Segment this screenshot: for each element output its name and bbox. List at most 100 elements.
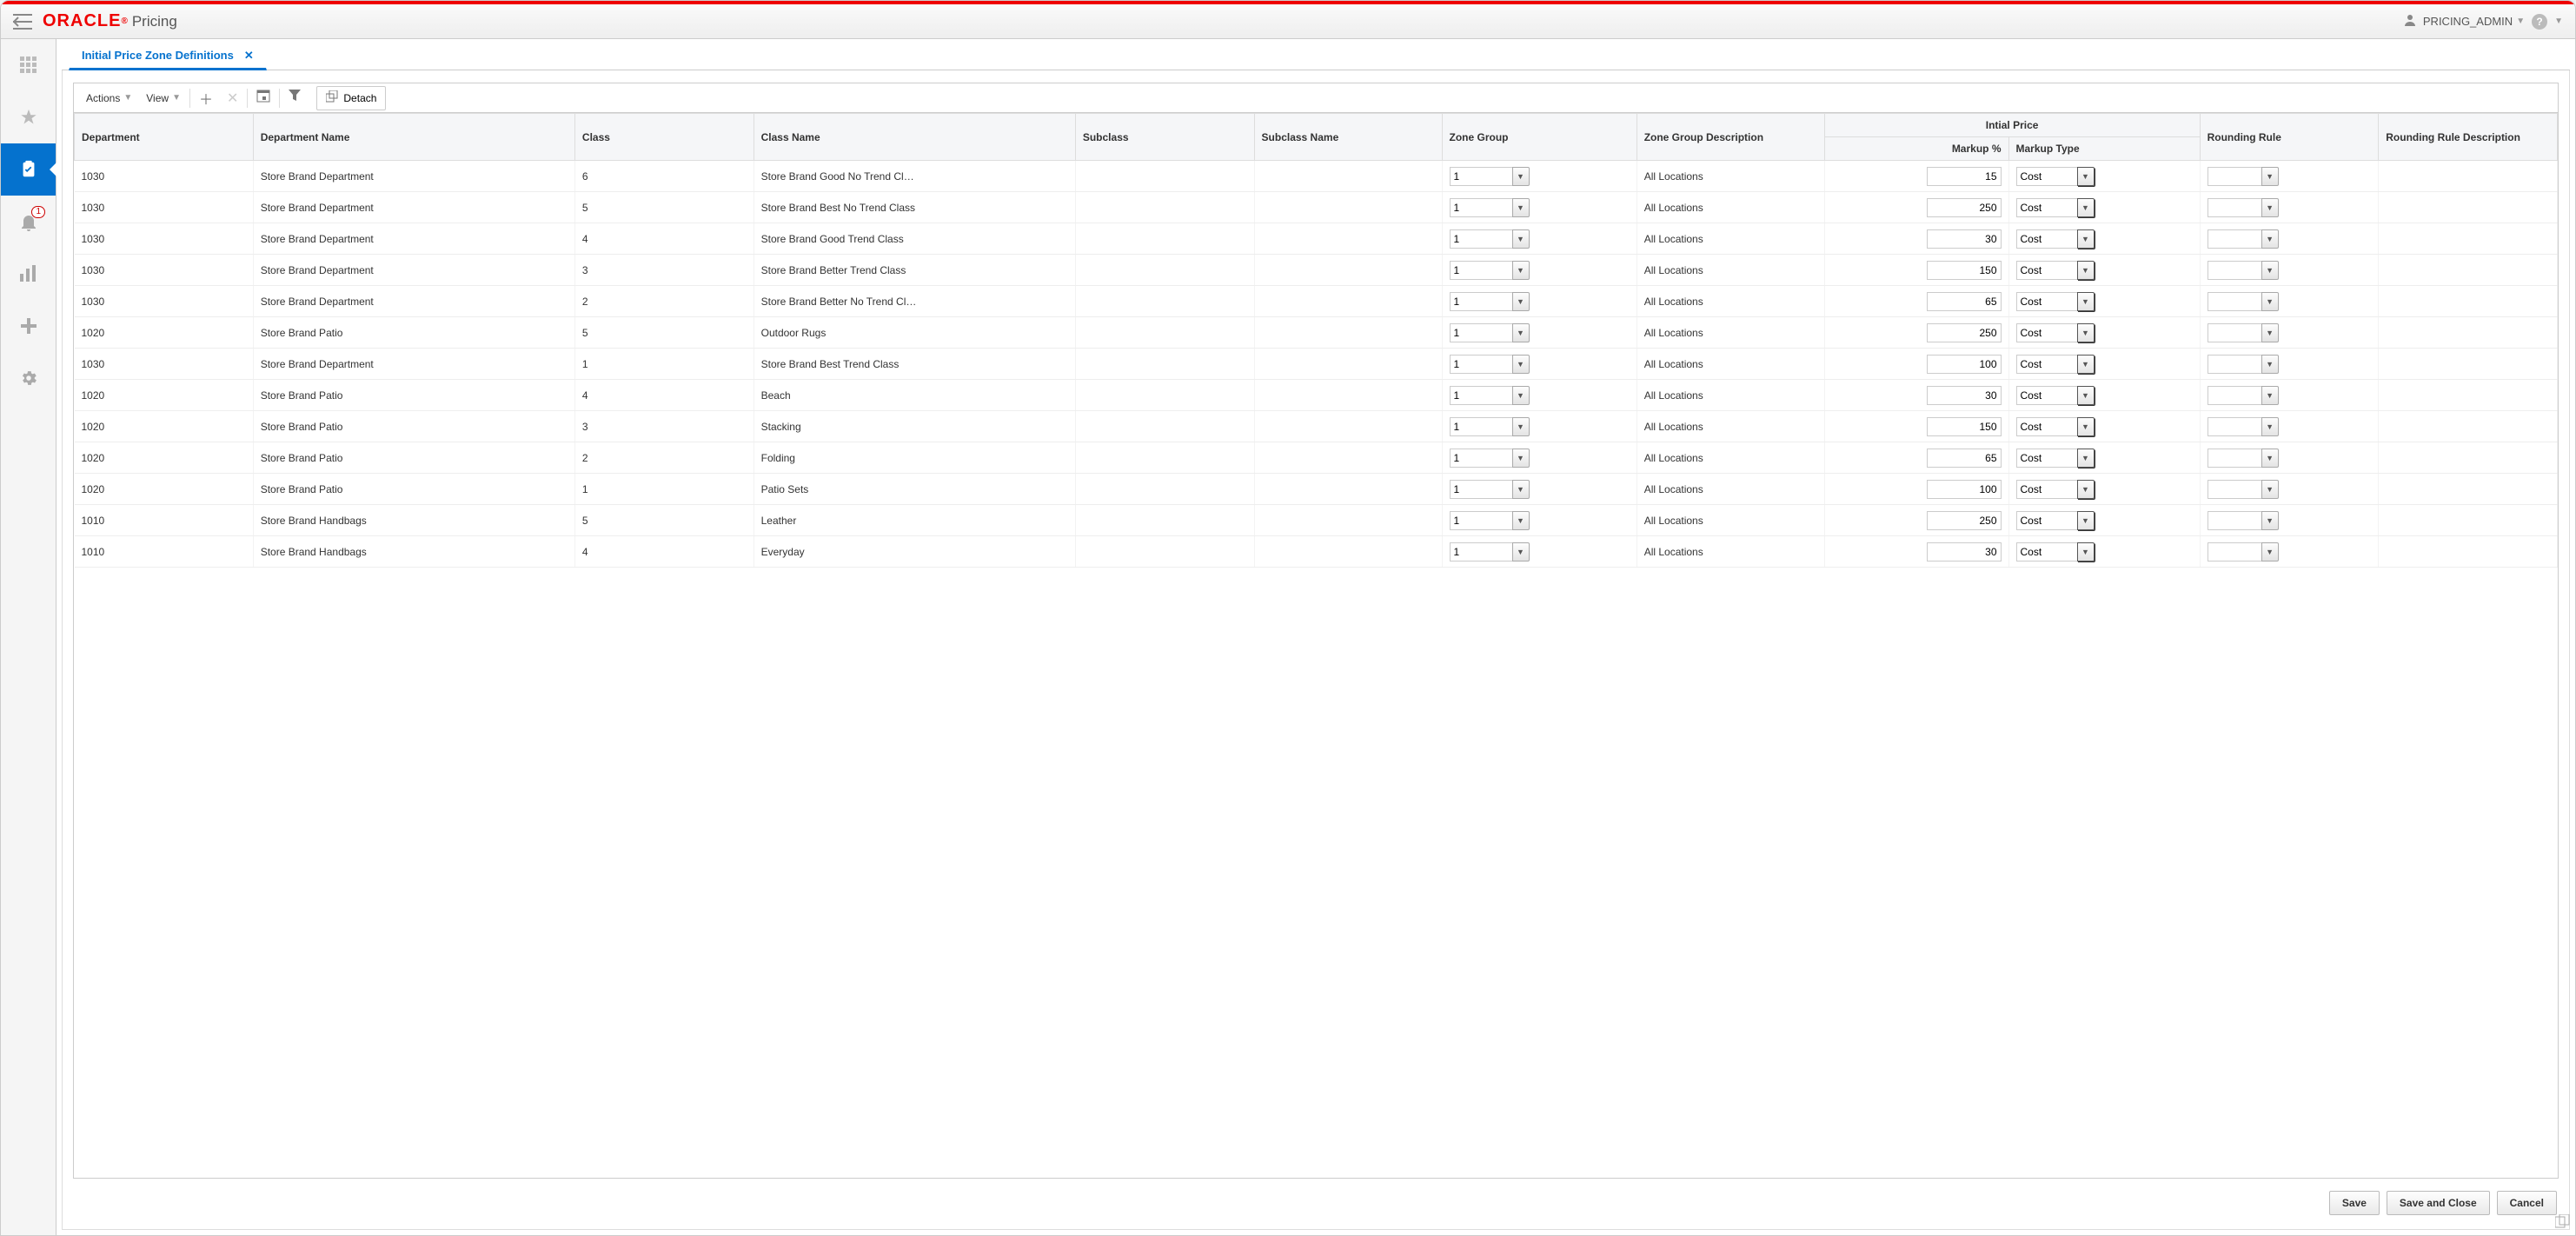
- zone-group-dropdown[interactable]: ▼: [1512, 167, 1530, 186]
- markup-type-input[interactable]: [2016, 542, 2077, 562]
- rounding-rule-input[interactable]: [2208, 261, 2261, 280]
- table-row[interactable]: 1010Store Brand Handbags4Everyday▼All Lo…: [75, 536, 2558, 568]
- markup-pct-input[interactable]: [1927, 480, 2002, 499]
- zone-group-dropdown[interactable]: ▼: [1512, 198, 1530, 217]
- table-row[interactable]: 1020Store Brand Patio5Outdoor Rugs▼All L…: [75, 317, 2558, 349]
- markup-pct-input[interactable]: [1927, 292, 2002, 311]
- markup-type-dropdown[interactable]: ▼: [2077, 449, 2095, 468]
- markup-pct-input[interactable]: [1927, 417, 2002, 436]
- markup-type-dropdown[interactable]: ▼: [2077, 417, 2095, 436]
- markup-type-dropdown[interactable]: ▼: [2077, 511, 2095, 530]
- zone-group-input[interactable]: [1450, 261, 1512, 280]
- rounding-rule-input[interactable]: [2208, 292, 2261, 311]
- table-row[interactable]: 1030Store Brand Department5Store Brand B…: [75, 192, 2558, 223]
- rounding-rule-dropdown[interactable]: ▼: [2261, 355, 2279, 374]
- markup-pct-input[interactable]: [1927, 449, 2002, 468]
- rounding-rule-dropdown[interactable]: ▼: [2261, 511, 2279, 530]
- table-row[interactable]: 1020Store Brand Patio2Folding▼All Locati…: [75, 442, 2558, 474]
- rounding-rule-input[interactable]: [2208, 355, 2261, 374]
- rounding-rule-input[interactable]: [2208, 480, 2261, 499]
- zone-group-dropdown[interactable]: ▼: [1512, 229, 1530, 249]
- markup-type-dropdown[interactable]: ▼: [2077, 229, 2095, 249]
- sidebar-favorites[interactable]: [1, 91, 56, 143]
- rounding-rule-input[interactable]: [2208, 449, 2261, 468]
- rounding-rule-dropdown[interactable]: ▼: [2261, 386, 2279, 405]
- zone-group-dropdown[interactable]: ▼: [1512, 542, 1530, 562]
- col-rounding-rule-desc[interactable]: Rounding Rule Description: [2379, 114, 2558, 161]
- close-icon[interactable]: ✕: [244, 49, 254, 63]
- zone-group-dropdown[interactable]: ▼: [1512, 323, 1530, 342]
- rounding-rule-dropdown[interactable]: ▼: [2261, 542, 2279, 562]
- rounding-rule-dropdown[interactable]: ▼: [2261, 292, 2279, 311]
- rounding-rule-dropdown[interactable]: ▼: [2261, 198, 2279, 217]
- rounding-rule-dropdown[interactable]: ▼: [2261, 449, 2279, 468]
- zone-group-input[interactable]: [1450, 355, 1512, 374]
- rounding-rule-input[interactable]: [2208, 511, 2261, 530]
- col-zone-group-desc[interactable]: Zone Group Description: [1637, 114, 1824, 161]
- markup-type-input[interactable]: [2016, 417, 2077, 436]
- sidebar-reports[interactable]: [1, 248, 56, 300]
- zone-group-dropdown[interactable]: ▼: [1512, 511, 1530, 530]
- markup-type-input[interactable]: [2016, 449, 2077, 468]
- zone-group-input[interactable]: [1450, 417, 1512, 436]
- zone-group-input[interactable]: [1450, 292, 1512, 311]
- col-department-name[interactable]: Department Name: [253, 114, 574, 161]
- markup-type-dropdown[interactable]: ▼: [2077, 167, 2095, 186]
- table-row[interactable]: 1030Store Brand Department4Store Brand G…: [75, 223, 2558, 255]
- zone-group-input[interactable]: [1450, 542, 1512, 562]
- markup-pct-input[interactable]: [1927, 229, 2002, 249]
- help-dropdown-icon[interactable]: ▼: [2554, 17, 2563, 26]
- rounding-rule-dropdown[interactable]: ▼: [2261, 229, 2279, 249]
- sidebar-apps[interactable]: [1, 39, 56, 91]
- zone-group-input[interactable]: [1450, 323, 1512, 342]
- user-menu[interactable]: PRICING_ADMIN▼: [2423, 15, 2525, 28]
- table-row[interactable]: 1020Store Brand Patio4Beach▼All Location…: [75, 380, 2558, 411]
- view-menu[interactable]: View ▼: [139, 85, 188, 111]
- markup-pct-input[interactable]: [1927, 167, 2002, 186]
- table-row[interactable]: 1030Store Brand Department6Store Brand G…: [75, 161, 2558, 192]
- markup-type-dropdown[interactable]: ▼: [2077, 292, 2095, 311]
- zone-group-dropdown[interactable]: ▼: [1512, 480, 1530, 499]
- markup-type-input[interactable]: [2016, 198, 2077, 217]
- sidebar-tasks[interactable]: [1, 143, 56, 196]
- rounding-rule-input[interactable]: [2208, 417, 2261, 436]
- table-row[interactable]: 1030Store Brand Department2Store Brand B…: [75, 286, 2558, 317]
- rounding-rule-dropdown[interactable]: ▼: [2261, 167, 2279, 186]
- help-icon[interactable]: ?: [2532, 14, 2547, 30]
- rounding-rule-input[interactable]: [2208, 229, 2261, 249]
- markup-type-input[interactable]: [2016, 480, 2077, 499]
- add-row-button[interactable]: ＋: [192, 85, 220, 111]
- rounding-rule-input[interactable]: [2208, 386, 2261, 405]
- col-rounding-rule[interactable]: Rounding Rule: [2200, 114, 2379, 161]
- detach-button[interactable]: Detach: [316, 86, 386, 110]
- zone-group-dropdown[interactable]: ▼: [1512, 292, 1530, 311]
- markup-pct-input[interactable]: [1927, 355, 2002, 374]
- data-grid[interactable]: Department Department Name Class Class N…: [73, 112, 2559, 1179]
- rounding-rule-dropdown[interactable]: ▼: [2261, 261, 2279, 280]
- table-row[interactable]: 1030Store Brand Department3Store Brand B…: [75, 255, 2558, 286]
- markup-pct-input[interactable]: [1927, 511, 2002, 530]
- markup-type-input[interactable]: [2016, 261, 2077, 280]
- rounding-rule-dropdown[interactable]: ▼: [2261, 480, 2279, 499]
- actions-menu[interactable]: Actions ▼: [79, 85, 139, 111]
- col-class-name[interactable]: Class Name: [754, 114, 1075, 161]
- table-row[interactable]: 1030Store Brand Department1Store Brand B…: [75, 349, 2558, 380]
- col-department[interactable]: Department: [75, 114, 254, 161]
- zone-group-input[interactable]: [1450, 449, 1512, 468]
- sidebar-add[interactable]: [1, 300, 56, 352]
- col-zone-group[interactable]: Zone Group: [1442, 114, 1637, 161]
- markup-type-input[interactable]: [2016, 323, 2077, 342]
- calendar-button[interactable]: [249, 85, 277, 111]
- markup-type-dropdown[interactable]: ▼: [2077, 542, 2095, 562]
- markup-type-dropdown[interactable]: ▼: [2077, 323, 2095, 342]
- markup-type-dropdown[interactable]: ▼: [2077, 198, 2095, 217]
- tab-initial-price-zone[interactable]: Initial Price Zone Definitions ✕: [69, 42, 267, 70]
- markup-type-input[interactable]: [2016, 386, 2077, 405]
- col-subclass[interactable]: Subclass: [1075, 114, 1254, 161]
- zone-group-input[interactable]: [1450, 511, 1512, 530]
- col-subclass-name[interactable]: Subclass Name: [1254, 114, 1442, 161]
- sidebar-settings[interactable]: [1, 352, 56, 404]
- rounding-rule-input[interactable]: [2208, 198, 2261, 217]
- zone-group-dropdown[interactable]: ▼: [1512, 449, 1530, 468]
- markup-type-dropdown[interactable]: ▼: [2077, 261, 2095, 280]
